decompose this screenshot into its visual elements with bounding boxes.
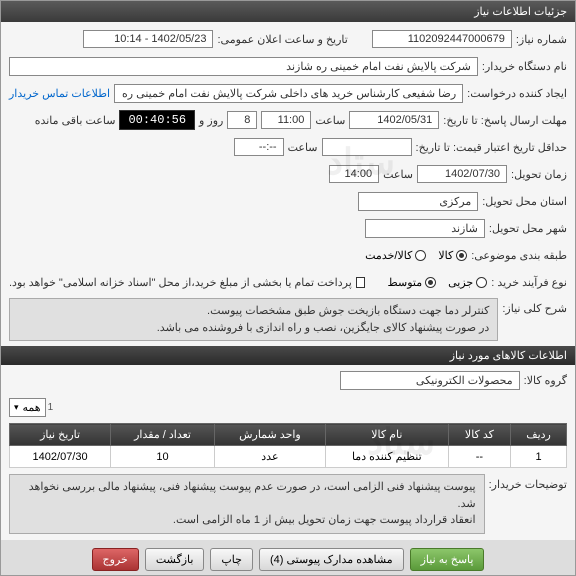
cell-unit: عدد [214, 446, 325, 468]
req-no-label: شماره نیاز: [516, 33, 567, 46]
service-radio-label: کالا/خدمت [365, 249, 412, 262]
radio-icon [415, 250, 426, 261]
col-date: تاریخ نیاز [10, 424, 111, 446]
cell-idx: 1 [511, 446, 567, 468]
items-table: ردیف کد کالا نام کالا واحد شمارش تعداد /… [9, 423, 567, 468]
treasury-checkbox[interactable] [356, 277, 365, 288]
creator-label: ایجاد کننده درخواست: [467, 87, 567, 100]
announce-date-value: 1402/05/23 - 10:14 [83, 30, 213, 48]
contact-info-link[interactable]: اطلاعات تماس خریدار [9, 87, 110, 100]
col-unit: واحد شمارش [214, 424, 325, 446]
desc-line-1: کنترلر دما جهت دستگاه بازیخت جوش طبق مشخ… [18, 303, 489, 320]
attachments-button[interactable]: مشاهده مدارک پیوستی (4) [259, 548, 404, 571]
print-label: چاپ [221, 553, 242, 566]
delivery-date-value: 1402/07/30 [417, 165, 507, 183]
province-label: استان محل تحویل: [482, 195, 567, 208]
back-label: بازگشت [156, 553, 194, 566]
deadline-date-value: 1402/05/31 [349, 111, 439, 129]
cell-name: تنظیم کننده دما [325, 446, 448, 468]
respond-button[interactable]: پاسخ به نیاز [410, 548, 485, 571]
buyer-org-label: نام دستگاه خریدار: [482, 60, 567, 73]
validity-date-value [322, 138, 412, 156]
req-desc-box: کنترلر دما جهت دستگاه بازیخت جوش طبق مشخ… [9, 298, 498, 341]
table-row[interactable]: 1 -- تنظیم کننده دما عدد 10 1402/07/30 [10, 446, 567, 468]
deadline-label: مهلت ارسال پاسخ: تا تاریخ: [443, 114, 567, 127]
buyer-org-value: شرکت پالایش نفت امام خمینی ره شازند [9, 57, 478, 76]
notes-line-2: انعقاد قرارداد پیوست جهت زمان تحویل بیش … [18, 512, 476, 529]
validity-label: حداقل تاریخ اعتبار قیمت: تا تاریخ: [416, 141, 567, 154]
col-idx: ردیف [511, 424, 567, 446]
category-label: طبقه بندی موضوعی: [471, 249, 567, 262]
delivery-date-label: زمان تحویل: [511, 168, 567, 181]
cell-qty: 10 [111, 446, 215, 468]
req-no-value: 1102092447000679 [372, 30, 512, 48]
goods-radio[interactable]: کالا [438, 249, 467, 262]
hour-label-1: ساعت [315, 114, 345, 127]
category-radio-group: کالا کالا/خدمت [365, 249, 467, 262]
medium-radio[interactable]: متوسط [388, 276, 437, 289]
payment-note: پرداخت تمام یا بخشی از مبلغ خرید،از محل … [9, 276, 352, 289]
city-label: شهر محل تحویل: [489, 222, 567, 235]
scroll-count: 1 [48, 402, 54, 413]
province-value: مرکزی [358, 192, 478, 211]
purchase-type-radio-group: جزیی متوسط [388, 276, 488, 289]
req-desc-label: شرح کلی نیاز: [502, 298, 567, 315]
goods-section-header: اطلاعات کالاهای مورد نیاز [1, 346, 575, 365]
col-name: نام کالا [325, 424, 448, 446]
goods-radio-label: کالا [438, 249, 453, 262]
radio-icon [476, 277, 487, 288]
page-dropdown[interactable]: همه [9, 398, 46, 417]
purchase-type-label: نوع فرآیند خرید : [491, 276, 567, 289]
medium-radio-label: متوسط [388, 276, 423, 289]
window-titlebar: جزئیات اطلاعات نیاز [1, 1, 575, 22]
desc-line-2: در صورت پیشنهاد کالای جایگزین، نصب و راه… [18, 320, 489, 337]
radio-icon [425, 277, 436, 288]
validity-time-value: --:-- [234, 138, 284, 156]
goods-group-label: گروه کالا: [524, 374, 567, 387]
remaining-label: ساعت باقی مانده [35, 114, 116, 127]
service-radio[interactable]: کالا/خدمت [365, 249, 426, 262]
notes-line-1: پیوست پیشنهاد فنی الزامی است، در صورت عد… [18, 479, 476, 512]
days-label: روز و [199, 114, 223, 127]
col-qty: تعداد / مقدار [111, 424, 215, 446]
respond-label: پاسخ به نیاز [421, 553, 474, 566]
buyer-notes-label: توضیحات خریدار: [489, 474, 567, 491]
radio-icon [456, 250, 467, 261]
city-value: شازند [365, 219, 485, 238]
delivery-time-value: 14:00 [329, 165, 379, 183]
goods-group-value: محصولات الکترونیکی [340, 371, 520, 390]
hour-label-2: ساعت [288, 141, 318, 154]
attachments-label: مشاهده مدارک پیوستی (4) [270, 553, 393, 566]
days-left-value: 8 [227, 111, 257, 129]
countdown-timer: 00:40:56 [119, 110, 195, 130]
col-code: کد کالا [448, 424, 510, 446]
exit-label: خروج [103, 553, 128, 566]
back-button[interactable]: بازگشت [145, 548, 205, 571]
buyer-notes-box: پیوست پیشنهاد فنی الزامی است، در صورت عد… [9, 474, 485, 534]
cell-date: 1402/07/30 [10, 446, 111, 468]
partial-radio-label: جزیی [448, 276, 473, 289]
creator-value: رضا شفیعی کارشناس خرید های داخلی شرکت پا… [114, 84, 463, 103]
partial-radio[interactable]: جزیی [448, 276, 487, 289]
button-bar: پاسخ به نیاز مشاهده مدارک پیوستی (4) چاپ… [1, 540, 575, 575]
hour-label-3: ساعت [383, 168, 413, 181]
exit-button[interactable]: خروج [92, 548, 139, 571]
cell-code: -- [448, 446, 510, 468]
print-button[interactable]: چاپ [210, 548, 253, 571]
deadline-time-value: 11:00 [261, 111, 311, 129]
announce-date-label: تاریخ و ساعت اعلان عمومی: [217, 33, 347, 46]
